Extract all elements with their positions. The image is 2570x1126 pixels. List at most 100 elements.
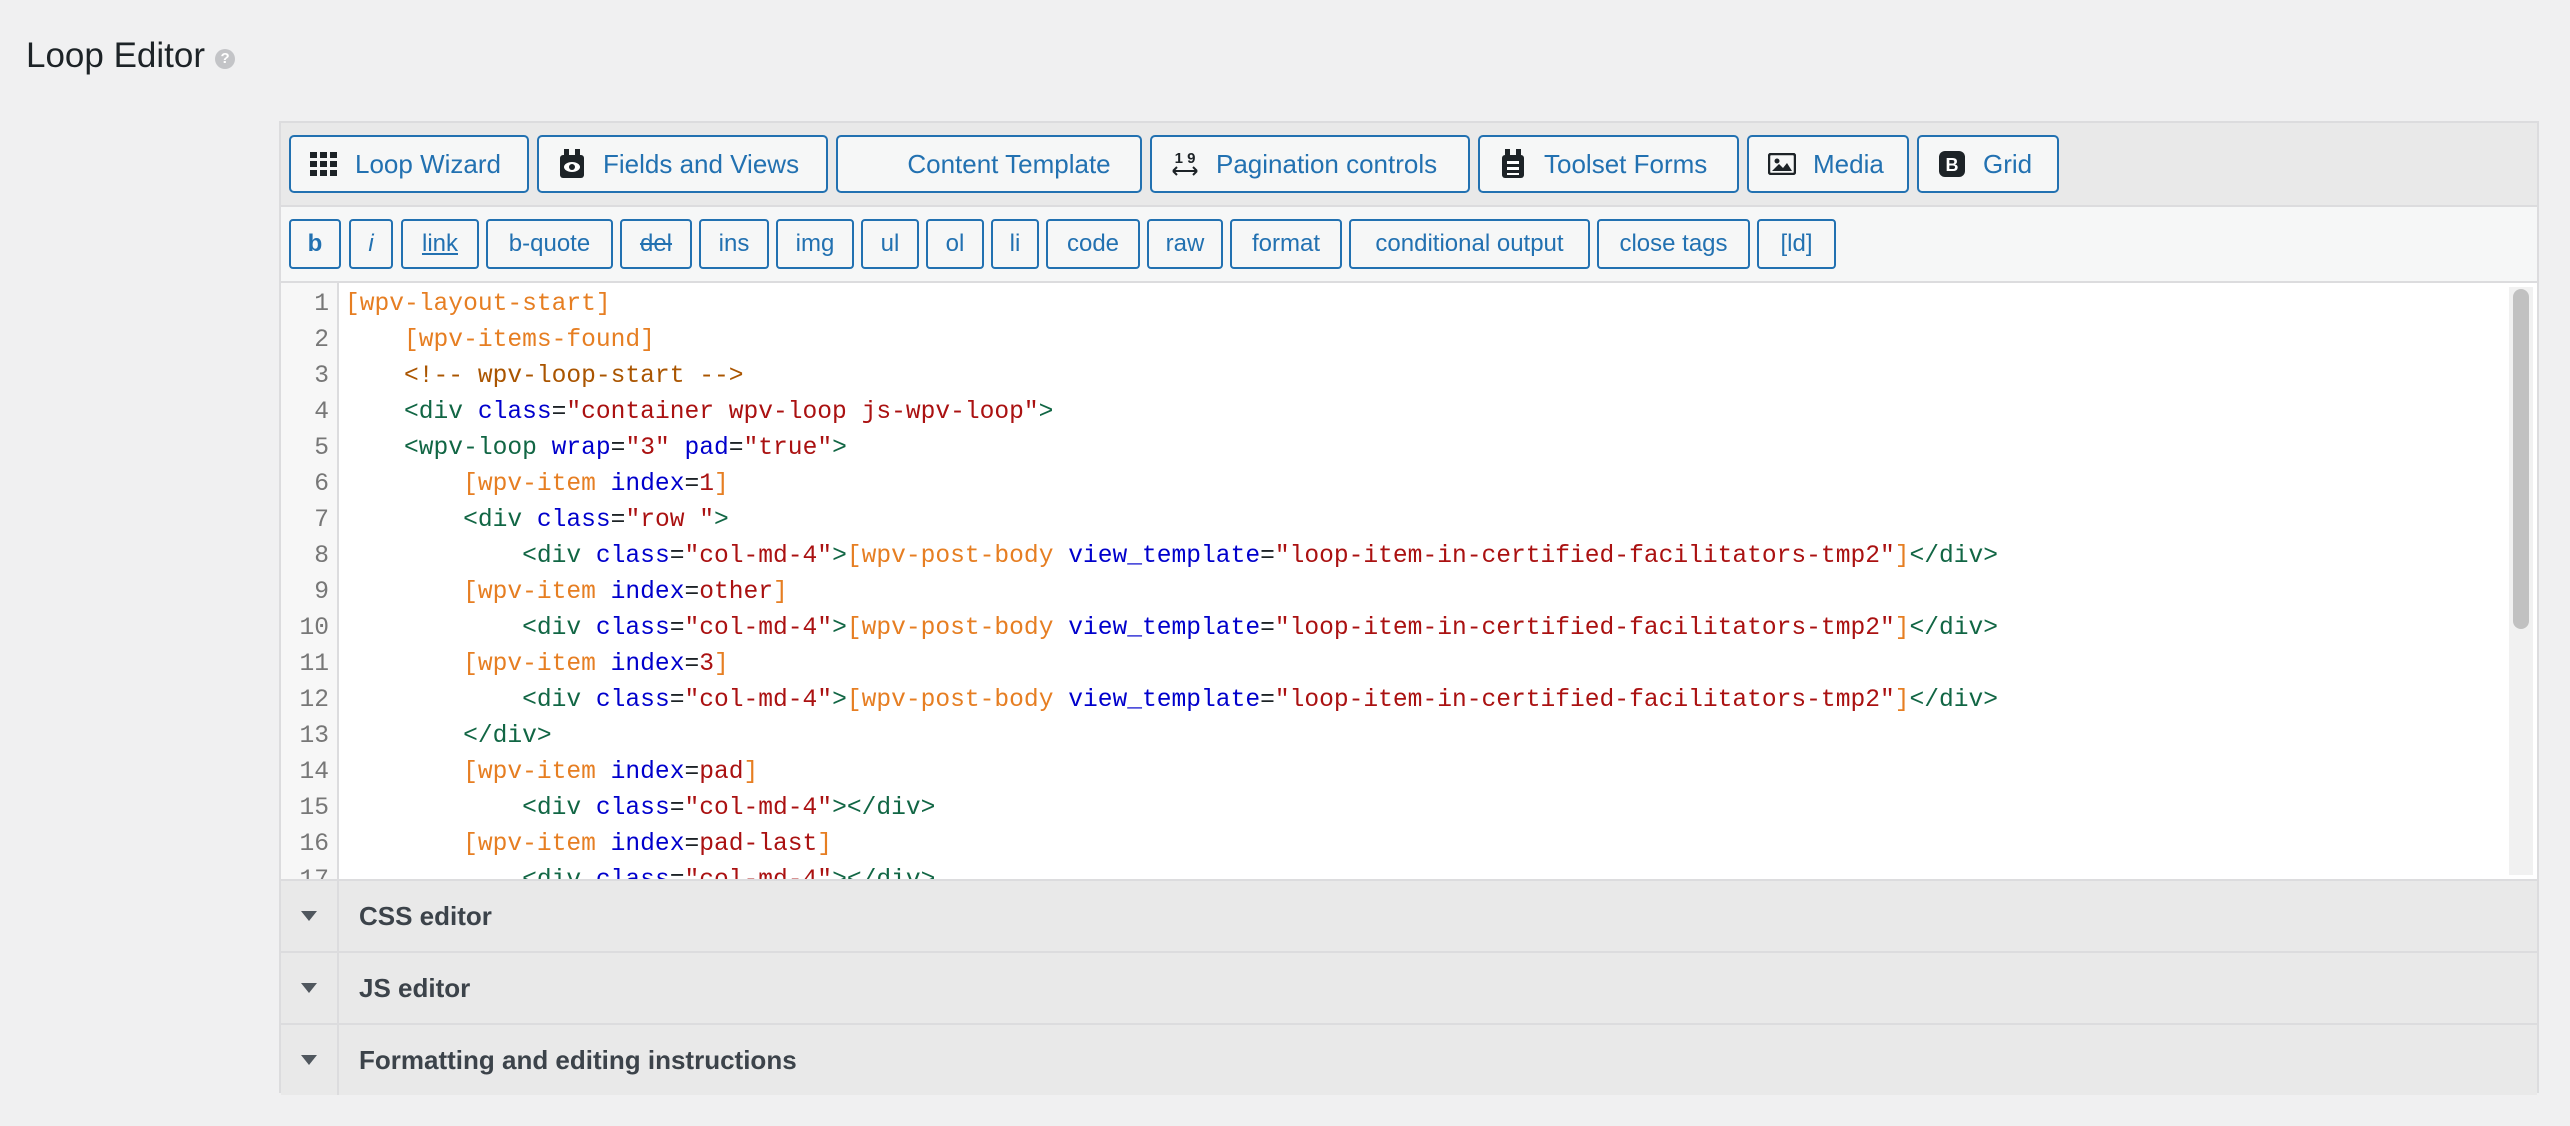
- code-token: "3": [625, 435, 685, 462]
- code-token: >: [832, 615, 847, 642]
- quicktag-b[interactable]: b: [289, 219, 341, 269]
- toolset-forms-icon: [1498, 149, 1528, 179]
- bootstrap-icon: B: [1937, 149, 1967, 179]
- code-token: [wpv-item: [345, 579, 611, 606]
- quicktag-i[interactable]: i: [349, 219, 393, 269]
- line-number: 9: [314, 579, 329, 606]
- code-editor[interactable]: 1 [wpv-layout-start] 2 [wpv-items-found] 3 …: [281, 283, 2537, 879]
- code-token: <div: [345, 687, 596, 714]
- code-token: =: [669, 795, 685, 822]
- code-scrollbar[interactable]: [2509, 287, 2533, 875]
- code-token: [wpv-layout-start]: [345, 291, 611, 318]
- loop-editor-box: Loop Wizard Fields and Views Content Tem…: [279, 121, 2539, 1095]
- pagination-controls-label: Pagination controls: [1216, 148, 1438, 179]
- grid-button[interactable]: B Grid: [1917, 135, 2059, 193]
- code-token: <div: [345, 795, 596, 822]
- quicktag-b-quote[interactable]: b-quote: [486, 219, 613, 269]
- quicktag-code[interactable]: code: [1046, 219, 1140, 269]
- quicktag-ld[interactable]: [ld]: [1757, 219, 1836, 269]
- line-number: 15: [299, 795, 329, 822]
- code-line: 1 [wpv-layout-start]: [281, 287, 2537, 323]
- pagination-controls-button[interactable]: 1 9 Pagination controls: [1150, 135, 1470, 193]
- editor-toolbar: Loop Wizard Fields and Views Content Tem…: [281, 123, 2537, 207]
- code-token: =: [684, 831, 700, 858]
- quicktag-conditional-output[interactable]: conditional output: [1349, 219, 1590, 269]
- quicktag-li[interactable]: li: [991, 219, 1039, 269]
- loop-wizard-button[interactable]: Loop Wizard: [289, 135, 529, 193]
- js-editor-toggle[interactable]: [281, 953, 339, 1023]
- code-token: =: [610, 507, 626, 534]
- code-line: 11 [wpv-item index=3]: [281, 647, 2537, 683]
- toolset-forms-button[interactable]: Toolset Forms: [1478, 135, 1739, 193]
- css-editor-toggle[interactable]: [281, 881, 339, 951]
- quicktag-ins[interactable]: ins: [699, 219, 769, 269]
- js-editor-panel[interactable]: JS editor: [281, 951, 2537, 1023]
- quicktag-raw[interactable]: raw: [1147, 219, 1223, 269]
- code-token: =: [1260, 543, 1275, 570]
- code-token: "container wpv-loop js-wpv-loop": [566, 399, 1039, 426]
- line-number: 12: [299, 687, 329, 714]
- formatting-instructions-panel[interactable]: Formatting and editing instructions: [281, 1023, 2537, 1095]
- help-icon[interactable]: ?: [215, 49, 236, 69]
- line-number: 5: [314, 435, 329, 462]
- code-token: ]: [713, 471, 729, 498]
- code-token: >: [714, 507, 729, 534]
- code-scroll-thumb[interactable]: [2513, 289, 2529, 629]
- code-token: ></div>: [832, 867, 935, 879]
- code-token: "true": [743, 435, 833, 462]
- code-line: 2 [wpv-items-found]: [281, 323, 2537, 359]
- line-number: 13: [299, 723, 329, 750]
- code-token: [wpv-post-body: [846, 543, 1069, 570]
- code-token: </div>: [1909, 615, 1999, 642]
- line-number: 10: [299, 615, 329, 642]
- line-number: 4: [314, 399, 329, 426]
- code-token: </div>: [345, 723, 552, 750]
- code-line: 4 <div class="container wpv-loop js-wpv-…: [281, 395, 2537, 431]
- line-number: 6: [314, 471, 329, 498]
- code-token: <div: [345, 399, 478, 426]
- caret-down-icon: [301, 983, 317, 993]
- quicktag-ol[interactable]: ol: [926, 219, 984, 269]
- code-token: =: [669, 687, 685, 714]
- code-token: index: [610, 651, 685, 678]
- code-token: index: [610, 759, 685, 786]
- code-token: =: [728, 435, 744, 462]
- code-token: =: [1260, 687, 1275, 714]
- code-token: [wpv-post-body: [846, 687, 1069, 714]
- css-editor-panel[interactable]: CSS editor: [281, 879, 2537, 951]
- quicktag-ul[interactable]: ul: [861, 219, 919, 269]
- code-line: 3 <!-- wpv-loop-start -->: [281, 359, 2537, 395]
- content-template-button[interactable]: Content Template: [836, 135, 1142, 193]
- code-line: 10 <div class="col-md-4">[wpv-post-body …: [281, 611, 2537, 647]
- line-number: 1: [314, 291, 329, 318]
- code-token: ]: [1894, 543, 1910, 570]
- code-token: =: [669, 615, 685, 642]
- formatting-instructions-toggle[interactable]: [281, 1025, 339, 1095]
- code-line: 6 [wpv-item index=1]: [281, 467, 2537, 503]
- media-label: Media: [1813, 148, 1884, 179]
- code-token: index: [610, 831, 685, 858]
- code-line: 9 [wpv-item index=other]: [281, 575, 2537, 611]
- quicktag-link[interactable]: link: [401, 219, 479, 269]
- code-line: 13 </div>: [281, 719, 2537, 755]
- media-button[interactable]: Media: [1747, 135, 1909, 193]
- quicktag-close-tags[interactable]: close tags: [1597, 219, 1750, 269]
- code-line: 14 [wpv-item index=pad]: [281, 755, 2537, 791]
- page-title: Loop Editor ?: [26, 36, 236, 76]
- code-token: view_template: [1068, 615, 1261, 642]
- quicktag-del[interactable]: del: [620, 219, 692, 269]
- svg-text:B: B: [1946, 155, 1959, 175]
- code-token: "col-md-4": [684, 687, 833, 714]
- code-line: 7 <div class="row ">: [281, 503, 2537, 539]
- code-line: 17 <div class="col-md-4"></div>: [281, 863, 2537, 879]
- quicktag-format[interactable]: format: [1230, 219, 1342, 269]
- code-line: 16 [wpv-item index=pad-last]: [281, 827, 2537, 863]
- code-token: pad-last: [699, 831, 818, 858]
- code-token: =: [684, 471, 700, 498]
- code-token: index: [610, 579, 685, 606]
- fields-and-views-button[interactable]: Fields and Views: [537, 135, 828, 193]
- code-token: <div: [345, 615, 596, 642]
- code-token: [wpv-item: [345, 831, 611, 858]
- code-token: 3: [699, 651, 714, 678]
- quicktag-img[interactable]: img: [776, 219, 854, 269]
